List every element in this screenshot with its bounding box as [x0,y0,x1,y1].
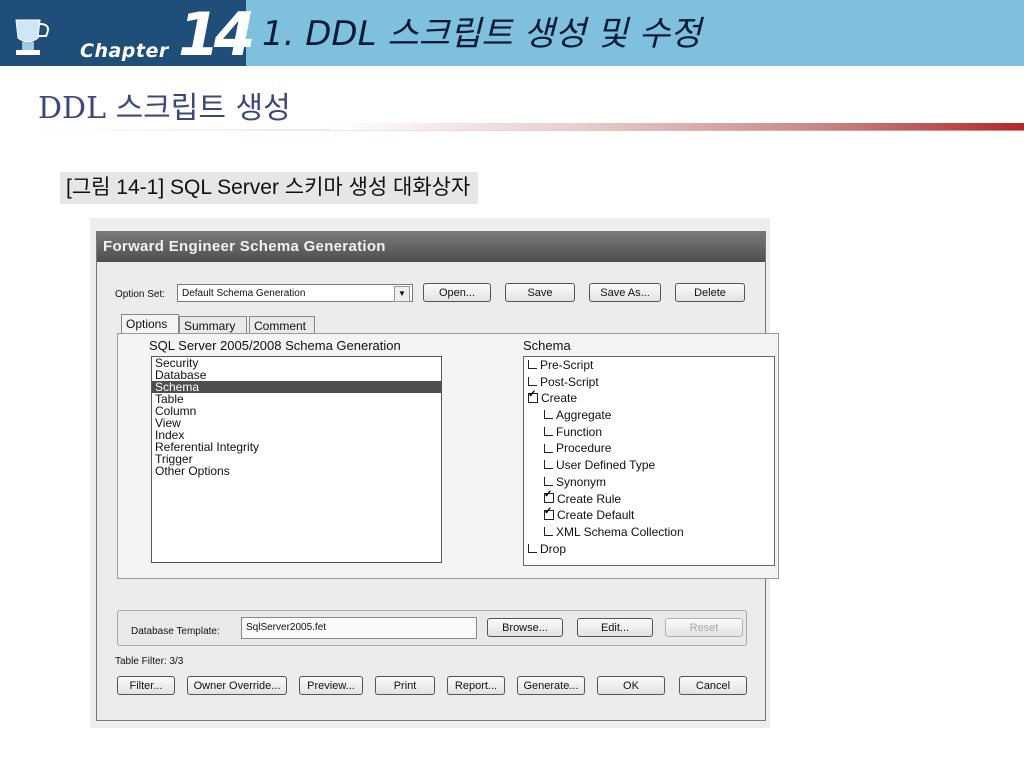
open-button[interactable]: Open... [423,283,491,302]
chevron-down-icon[interactable]: ▼ [394,286,410,302]
checkbox-icon[interactable] [528,360,537,370]
edit-button[interactable]: Edit... [577,618,653,637]
schema-generation-dialog: Forward Engineer Schema Generation Optio… [96,231,779,721]
page-title: 1. DDL 스크립트 생성 및 수정 [262,14,702,54]
option-set-value: Default Schema Generation [182,288,306,299]
category-list-item[interactable]: Other Options [152,465,441,477]
schema-option-tree[interactable]: Pre-Script Post-Script Create AggregateFunc… [523,356,775,566]
tree-item-label: Create [541,391,578,406]
category-list[interactable]: Security Database Schema Table Column View Ind… [151,356,442,563]
tree-item-label: Pre-Script [540,358,594,372]
checkbox-icon[interactable] [544,477,553,487]
tree-item[interactable]: Function [524,424,774,441]
browse-button[interactable]: Browse... [487,618,563,637]
tab-summary[interactable]: Summary [179,316,247,334]
chapter-label: Chapter [80,40,169,62]
tree-item-label: Create Default [557,508,635,523]
category-list-item[interactable]: View [152,417,441,429]
cancel-button[interactable]: Cancel [679,676,747,695]
print-button[interactable]: Print [375,676,435,695]
section-title: DDL 스크립트 생성 [38,91,291,126]
dialog-titlebar[interactable]: Forward Engineer Schema Generation [97,232,765,262]
category-list-item[interactable]: Schema [152,381,441,393]
reset-button[interactable]: Reset [665,618,743,637]
checkbox-icon[interactable] [544,527,553,537]
save-button[interactable]: Save [505,283,575,302]
preview-button[interactable]: Preview... [299,676,363,695]
schema-heading: Schema [523,338,571,353]
tree-item[interactable]: Create Default [524,506,774,524]
save-as-button[interactable]: Save As... [589,283,661,302]
tree-item-label: User Defined Type [556,458,656,473]
filter-button[interactable]: Filter... [117,676,175,695]
schema-generation-heading: SQL Server 2005/2008 Schema Generation [149,338,401,353]
delete-button[interactable]: Delete [675,283,745,302]
section-accent-bar [330,123,1024,130]
checkbox-checked-icon[interactable] [528,389,538,404]
tree-item[interactable]: Create Rule [524,489,774,508]
tree-item[interactable]: Synonym [524,474,774,491]
tree-item-label: Procedure [556,441,612,456]
tree-item-label: Create Rule [557,491,622,506]
option-set-label: Option Set: [115,289,166,300]
checkbox-icon[interactable] [528,543,537,553]
tab-comment[interactable]: Comment [249,316,315,334]
chapter-badge: Chapter 14 [0,0,255,66]
checkbox-icon[interactable] [544,443,553,453]
checkbox-icon[interactable] [544,427,553,437]
trophy-icon [15,19,49,55]
table-filter-status: Table Filter: 3/3 [115,656,184,667]
generate-button[interactable]: Generate... [517,676,585,695]
report-button[interactable]: Report... [447,676,505,695]
chapter-header: Chapter 14 1. DDL 스크립트 생성 및 수정 [0,0,1024,66]
owner-override-button[interactable]: Owner Override... [187,676,287,695]
tree-item[interactable]: Procedure [524,440,774,457]
tree-item-label: Drop [540,541,567,556]
database-template-field[interactable]: SqlServer2005.fet [241,617,477,639]
figure-caption: [그림 14-1] SQL Server 스키마 생성 대화상자 [60,172,479,204]
database-template-label: Database Template: [131,626,220,637]
tree-item-label: Synonym [556,474,607,489]
dialog-title: Forward Engineer Schema Generation [103,238,386,255]
tree-item[interactable]: Drop [524,541,774,558]
tree-item[interactable]: Pre-Script [524,357,774,374]
tree-item-label: Function [556,424,603,439]
tree-item-label: XML Schema Collection [556,524,684,539]
tree-item-label: Post-Script [540,374,599,389]
option-set-dropdown[interactable]: Default Schema Generation ▼ [177,284,413,302]
checkbox-icon[interactable] [544,410,553,420]
checkbox-checked-icon[interactable] [544,489,554,504]
tree-item[interactable]: Post-Script [524,374,774,391]
chapter-number: 14 [178,0,255,70]
tree-item[interactable]: XML Schema Collection [524,524,774,541]
ok-button[interactable]: OK [597,676,665,695]
tree-item[interactable]: User Defined Type [524,457,774,474]
tree-item-label: Aggregate [556,408,612,423]
checkbox-icon[interactable] [528,377,537,387]
category-list-item[interactable]: Referential Integrity [152,441,441,453]
tab-options[interactable]: Options [121,314,179,335]
checkbox-checked-icon[interactable] [544,506,554,521]
tree-item[interactable]: Create [524,389,774,407]
checkbox-icon[interactable] [544,460,553,470]
category-list-item[interactable]: Column [152,405,441,417]
tree-item[interactable]: Aggregate [524,407,774,424]
